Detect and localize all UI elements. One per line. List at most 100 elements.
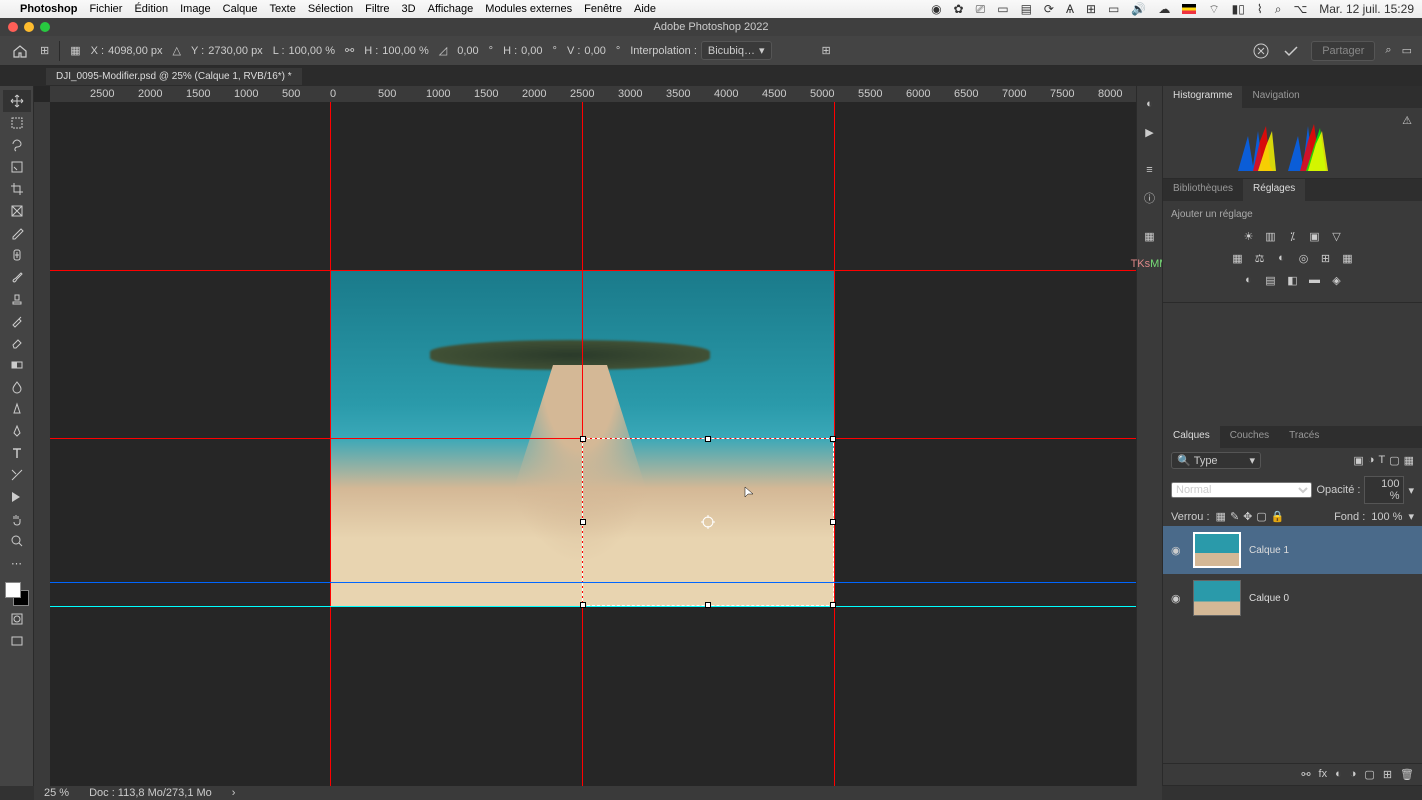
layer-name[interactable]: Calque 0	[1249, 593, 1289, 604]
clock[interactable]: Mar. 12 juil. 15:29	[1319, 2, 1414, 16]
levels-icon[interactable]: ▥	[1263, 228, 1279, 244]
filter-smart-icon[interactable]: ▦	[1404, 454, 1414, 467]
colorlookup-icon[interactable]: ▦	[1340, 250, 1356, 266]
history-brush-tool[interactable]	[3, 310, 31, 332]
menu-text[interactable]: Texte	[270, 3, 296, 15]
menu-selection[interactable]: Sélection	[308, 3, 353, 15]
eraser-tool[interactable]	[3, 332, 31, 354]
selectivecolor-icon[interactable]: ◈	[1329, 272, 1345, 288]
h-value[interactable]: 100,00 %	[382, 45, 428, 57]
layer-thumbnail[interactable]	[1193, 580, 1241, 616]
tab-layers[interactable]: Calques	[1163, 426, 1220, 448]
dock-icon[interactable]: ▦	[1140, 226, 1160, 246]
transform-handle[interactable]	[705, 436, 711, 442]
lock-move-icon[interactable]: ✥	[1243, 510, 1252, 523]
commit-icon[interactable]	[1281, 41, 1301, 61]
transform-handle[interactable]	[580, 519, 586, 525]
traffic-lights[interactable]	[8, 22, 50, 32]
zoom-value[interactable]: 25 %	[44, 787, 69, 799]
adjustment-icon[interactable]: ◑	[1350, 768, 1357, 781]
ruler-vertical[interactable]	[34, 102, 50, 786]
status-icon[interactable]: ▭	[1108, 2, 1119, 16]
hand-tool[interactable]	[3, 508, 31, 530]
chevron-right-icon[interactable]: ›	[232, 787, 236, 799]
bw-icon[interactable]: ◐	[1274, 250, 1290, 266]
transform-handle[interactable]	[830, 519, 836, 525]
layer-row[interactable]: ◉ Calque 0	[1163, 574, 1422, 622]
stamp-tool[interactable]	[3, 288, 31, 310]
link-icon[interactable]: ⚯	[345, 44, 354, 57]
status-icon[interactable]: ☁	[1158, 2, 1170, 16]
edit-toolbar[interactable]: ⋯	[3, 552, 31, 574]
warning-icon[interactable]: ⚠	[1402, 114, 1412, 127]
dock-icon[interactable]: ▶	[1140, 122, 1160, 142]
status-icon[interactable]: ▤	[1021, 2, 1032, 16]
filter-adjust-icon[interactable]: ◑	[1368, 454, 1375, 467]
delete-icon[interactable]: 🗑	[1400, 768, 1414, 781]
hskew-value[interactable]: 0,00	[521, 45, 542, 57]
document-tab[interactable]: DJI_0095-Modifier.psd @ 25% (Calque 1, R…	[46, 68, 302, 85]
color-swatches[interactable]	[3, 580, 31, 608]
menu-edit[interactable]: Édition	[134, 3, 168, 15]
status-icon[interactable]: ◉	[931, 2, 941, 16]
vibrance-icon[interactable]: ▽	[1329, 228, 1345, 244]
flag-icon[interactable]	[1182, 4, 1196, 14]
wifi-icon[interactable]: ⌇	[1257, 2, 1263, 16]
wand-tool[interactable]	[3, 156, 31, 178]
status-icon[interactable]: ⎚	[976, 2, 986, 17]
filter-type-icon[interactable]: T	[1378, 454, 1385, 467]
w-value[interactable]: 100,00 %	[289, 45, 335, 57]
link-layers-icon[interactable]: ⚯	[1301, 768, 1310, 781]
vskew-value[interactable]: 0,00	[584, 45, 605, 57]
curves-icon[interactable]: ⁒	[1285, 228, 1301, 244]
frame-tool[interactable]	[3, 200, 31, 222]
tab-navigation[interactable]: Navigation	[1242, 86, 1309, 108]
blend-mode-dropdown[interactable]: Normal	[1171, 482, 1312, 498]
new-layer-icon[interactable]: ⊞	[1383, 768, 1392, 781]
mask-icon[interactable]: ◐	[1335, 768, 1342, 781]
transform-mode-icon[interactable]: ⊞	[40, 44, 49, 57]
guide-vertical[interactable]	[330, 102, 331, 786]
visibility-icon[interactable]: ◉	[1171, 544, 1185, 557]
menu-view[interactable]: Affichage	[428, 3, 474, 15]
type-tool[interactable]	[3, 442, 31, 464]
app-menu[interactable]: Photoshop	[20, 3, 77, 15]
doc-size[interactable]: Doc : 113,8 Mo/273,1 Mo	[89, 787, 212, 799]
menu-help[interactable]: Aide	[634, 3, 656, 15]
layer-filter-dropdown[interactable]: 🔍Type▾	[1171, 452, 1261, 469]
menu-plugins[interactable]: Modules externes	[485, 3, 572, 15]
status-icon[interactable]: ⊞	[1086, 2, 1096, 16]
lasso-tool[interactable]	[3, 134, 31, 156]
battery-icon[interactable]: ▮▯	[1232, 2, 1245, 16]
layer-name[interactable]: Calque 1	[1249, 545, 1289, 556]
transform-handle[interactable]	[580, 436, 586, 442]
lock-artboard-icon[interactable]: ▢	[1256, 510, 1266, 523]
search-icon[interactable]: ⌕	[1385, 44, 1391, 57]
menu-file[interactable]: Fichier	[89, 3, 122, 15]
fill-value[interactable]: 100 %	[1371, 511, 1402, 523]
triangle-icon[interactable]: △	[173, 44, 181, 57]
control-center-icon[interactable]: ⌥	[1293, 2, 1307, 16]
dock-tks-label[interactable]: TKsMM	[1140, 254, 1160, 274]
y-value[interactable]: 2730,00 px	[208, 45, 262, 57]
pen-tool[interactable]	[3, 420, 31, 442]
path-tool[interactable]	[3, 464, 31, 486]
hue-icon[interactable]: ▦	[1230, 250, 1246, 266]
heal-tool[interactable]	[3, 244, 31, 266]
transform-handle[interactable]	[580, 602, 586, 608]
zoom-tool[interactable]	[3, 530, 31, 552]
brush-tool[interactable]	[3, 266, 31, 288]
invert-icon[interactable]: ◐	[1241, 272, 1257, 288]
status-icon[interactable]: ✿	[954, 2, 964, 16]
menu-layer[interactable]: Calque	[223, 3, 258, 15]
tab-adjustments[interactable]: Réglages	[1243, 179, 1305, 201]
fx-icon[interactable]: fx	[1319, 768, 1328, 781]
tab-channels[interactable]: Couches	[1220, 426, 1279, 448]
tab-histogram[interactable]: Histogramme	[1163, 86, 1242, 108]
menu-image[interactable]: Image	[180, 3, 211, 15]
status-icon[interactable]: Ѧ	[1066, 2, 1074, 16]
posterize-icon[interactable]: ▤	[1263, 272, 1279, 288]
transform-handle[interactable]	[705, 602, 711, 608]
group-icon[interactable]: ▢	[1364, 768, 1374, 781]
photofilter-icon[interactable]: ◎	[1296, 250, 1312, 266]
